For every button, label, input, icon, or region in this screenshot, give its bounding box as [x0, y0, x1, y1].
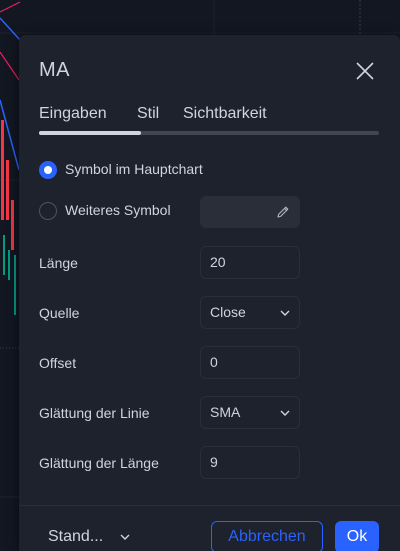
- tab-style[interactable]: Stil: [137, 105, 159, 123]
- ma-settings-dialog: MA Eingaben Stil Sichtbarkeit Symbol im …: [19, 35, 400, 551]
- radio-main-chart-label[interactable]: Symbol im Hauptchart: [65, 161, 203, 177]
- dialog-title: MA: [39, 59, 70, 81]
- source-select-value: Close: [210, 304, 246, 320]
- close-button[interactable]: [353, 59, 377, 83]
- offset-label: Offset: [39, 355, 77, 371]
- smoothing-line-label: Glättung der Linie: [39, 405, 150, 421]
- defaults-dropdown-label: Stand...: [48, 528, 104, 545]
- other-symbol-input[interactable]: [200, 196, 300, 228]
- chevron-down-icon: [280, 310, 290, 316]
- smoothing-line-select-value: SMA: [210, 404, 241, 420]
- defaults-dropdown[interactable]: Stand...: [39, 522, 139, 551]
- close-icon: [356, 62, 374, 80]
- active-tab-indicator: [39, 131, 141, 135]
- tab-visibility[interactable]: Sichtbarkeit: [183, 105, 267, 123]
- offset-input[interactable]: 0: [200, 346, 300, 379]
- ok-button[interactable]: Ok: [335, 521, 379, 551]
- cancel-button[interactable]: Abbrechen: [211, 521, 323, 551]
- length-input[interactable]: 20: [200, 246, 300, 279]
- smoothing-length-label: Glättung der Länge: [39, 455, 159, 471]
- radio-other-symbol-label[interactable]: Weiteres Symbol: [65, 202, 171, 218]
- chevron-down-icon: [280, 410, 290, 416]
- source-select[interactable]: Close: [200, 296, 300, 329]
- length-label: Länge: [39, 255, 78, 271]
- smoothing-line-select[interactable]: SMA: [200, 396, 300, 429]
- smoothing-length-input[interactable]: 9: [200, 446, 300, 479]
- chevron-down-icon: [120, 534, 130, 540]
- footer-divider: [19, 505, 400, 506]
- source-label: Quelle: [39, 305, 80, 321]
- tab-track: [39, 131, 379, 135]
- pencil-icon: [277, 206, 289, 218]
- radio-main-chart[interactable]: [39, 161, 57, 179]
- tab-inputs[interactable]: Eingaben: [39, 105, 107, 123]
- radio-other-symbol[interactable]: [39, 202, 57, 220]
